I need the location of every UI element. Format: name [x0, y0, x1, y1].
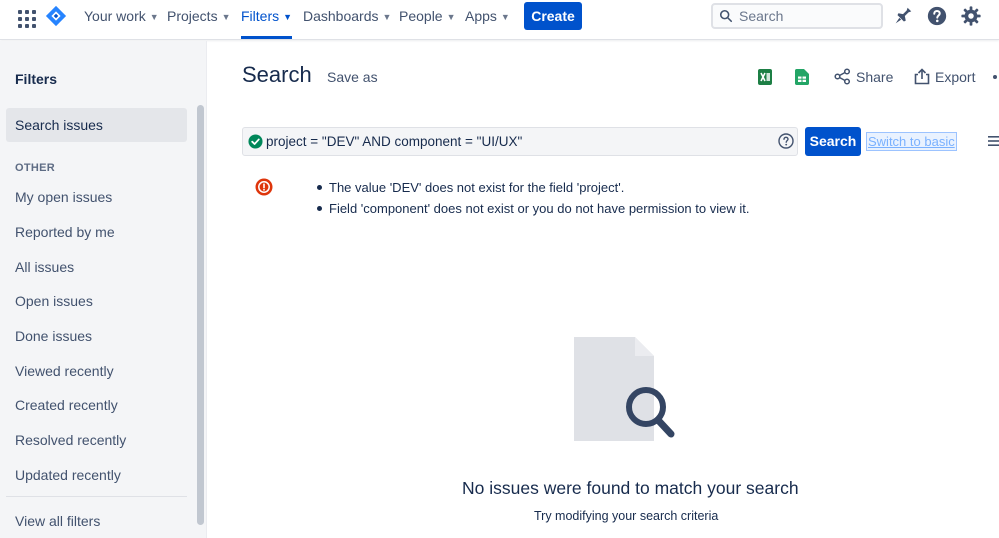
- view-all-filters-link[interactable]: View all filters: [15, 513, 100, 529]
- nav-your-work[interactable]: Your work ▼: [84, 0, 159, 40]
- help-icon[interactable]: [926, 5, 948, 27]
- sidebar-item-created-recently[interactable]: Created recently: [15, 397, 118, 413]
- export-icon: [914, 68, 930, 85]
- create-button[interactable]: Create: [524, 2, 582, 30]
- jql-query-input[interactable]: project = "DEV" AND component = "UI/UX": [242, 127, 798, 156]
- global-search-input[interactable]: Search: [711, 3, 883, 29]
- settings-icon[interactable]: [960, 5, 982, 27]
- nav-apps[interactable]: Apps ▼: [465, 0, 510, 40]
- notifications-icon[interactable]: [892, 5, 914, 27]
- chevron-down-icon: ▼: [149, 12, 159, 23]
- sidebar-item-done-issues[interactable]: Done issues: [15, 328, 92, 344]
- sidebar-section-label: OTHER: [15, 162, 55, 174]
- page-title: Search: [242, 62, 312, 87]
- sidebar-divider: [6, 496, 187, 497]
- sidebar-item-viewed-recently[interactable]: Viewed recently: [15, 363, 114, 379]
- excel-export-icon[interactable]: [758, 69, 772, 85]
- sidebar-scrollbar[interactable]: [197, 105, 204, 525]
- nav-dashboards[interactable]: Dashboards ▼: [303, 0, 391, 40]
- nav-projects[interactable]: Projects ▼: [167, 0, 231, 40]
- sidebar-item-updated-recently[interactable]: Updated recently: [15, 467, 121, 483]
- sidebar-item-reported-by-me[interactable]: Reported by me: [15, 224, 115, 240]
- chevron-down-icon: ▼: [283, 12, 293, 23]
- jql-help-icon[interactable]: [778, 133, 794, 149]
- valid-query-check-icon: [248, 134, 263, 149]
- error-icon: [255, 178, 273, 196]
- share-button[interactable]: Share: [834, 68, 893, 85]
- list-view-icon[interactable]: [988, 136, 999, 146]
- chevron-down-icon: ▼: [500, 12, 510, 23]
- switch-to-basic-link[interactable]: Switch to basic: [866, 132, 957, 151]
- jira-logo-icon[interactable]: [45, 5, 67, 27]
- error-messages-list: The value 'DEV' does not exist for the f…: [316, 180, 749, 222]
- error-message: Field 'component' does not exist or you …: [316, 201, 749, 222]
- sidebar-item-resolved-recently[interactable]: Resolved recently: [15, 432, 126, 448]
- sidebar-item-all-issues[interactable]: All issues: [15, 259, 74, 275]
- jql-query-text: project = "DEV" AND component = "UI/UX": [266, 134, 523, 149]
- filters-sidebar: Filters Search issues OTHER My open issu…: [0, 41, 207, 538]
- empty-search-illustration: [574, 337, 675, 441]
- error-message: The value 'DEV' does not exist for the f…: [316, 180, 749, 201]
- nav-people[interactable]: People ▼: [399, 0, 456, 40]
- google-sheets-icon[interactable]: [795, 69, 809, 85]
- search-button[interactable]: Search: [805, 127, 861, 156]
- top-navigation: Your work ▼ Projects ▼ Filters ▼ Dashboards…: [0, 0, 999, 40]
- search-icon: [719, 9, 733, 23]
- chevron-down-icon: ▼: [382, 12, 392, 23]
- chevron-down-icon: ▼: [446, 12, 456, 23]
- share-icon: [834, 68, 851, 85]
- export-button[interactable]: Export: [914, 68, 975, 85]
- sidebar-item-open-issues[interactable]: Open issues: [15, 293, 93, 309]
- sidebar-item-my-open-issues[interactable]: My open issues: [15, 189, 112, 205]
- app-switcher-icon[interactable]: [16, 8, 36, 28]
- sidebar-item-search-issues[interactable]: Search issues: [6, 108, 187, 142]
- search-placeholder: Search: [739, 8, 784, 24]
- save-as-button[interactable]: Save as: [327, 69, 378, 85]
- nav-filters[interactable]: Filters ▼: [241, 0, 293, 40]
- more-actions-icon[interactable]: [993, 75, 997, 79]
- chevron-down-icon: ▼: [221, 12, 231, 23]
- sidebar-title: Filters: [15, 71, 58, 87]
